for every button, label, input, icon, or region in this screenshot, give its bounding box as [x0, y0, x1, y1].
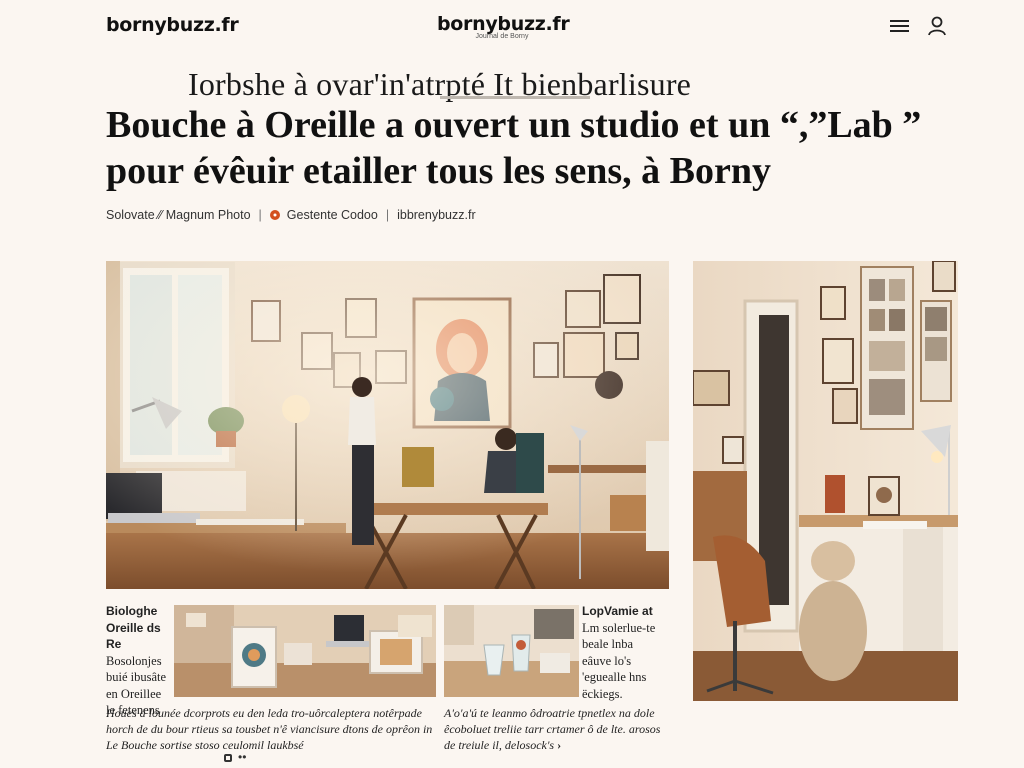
bottom-toolbar: ••	[106, 750, 669, 768]
location-pin-icon	[269, 210, 280, 220]
byline-separator: |	[258, 208, 262, 222]
side-image[interactable]	[693, 261, 958, 701]
caption-right-line: eâuve lo's	[582, 653, 632, 668]
caption-right-line: beale lnba	[582, 637, 634, 651]
thumbnail-image-2[interactable]	[444, 605, 579, 697]
body-paragraph-right: A'o'a'ú te leanmo ôdroatrie tpnetlex na …	[444, 705, 669, 753]
caption-right: LopVamie at Lm solerlue-te beale lnba eâ…	[582, 603, 669, 702]
thumbnail-image-1[interactable]	[174, 605, 436, 697]
caption-left: Biologhe Oreille ds Re Bosolonjes buié i…	[106, 603, 178, 719]
byline-location[interactable]: Gestente Codoo	[287, 208, 378, 222]
article-headline: Bouche à Oreille a ouvert un studio et u…	[106, 104, 922, 192]
more-dots-icon[interactable]: ••	[238, 750, 246, 764]
caption-right-line: Lm solerlue-te	[582, 620, 656, 635]
hamburger-icon[interactable]	[890, 17, 912, 37]
user-icon[interactable]	[925, 14, 949, 38]
caption-left-line: Bosolonjes	[106, 653, 162, 668]
byline-source[interactable]: ibbrenybuzz.fr	[397, 208, 476, 222]
photo-credit: Solovate ⁄⁄ Magnum Photo	[106, 208, 251, 222]
caption-left-title: Biologhe Oreille ds Re	[106, 604, 161, 651]
site-logo-center[interactable]: bornybuzz.fr Journal de Borny	[437, 13, 570, 40]
caption-left-line: en Oreillee	[106, 686, 162, 701]
article-byline: Solovate ⁄⁄ Magnum Photo | Gestente Codo…	[106, 208, 476, 222]
site-logo-left[interactable]: bornybuzz.fr	[106, 14, 239, 36]
kicker-underline	[440, 96, 590, 99]
site-name-center: bornybuzz.fr	[437, 13, 570, 35]
caption-right-line: 'eguealle hns	[582, 670, 647, 684]
body-paragraph-right-text: A'o'a'ú te leanmo ôdroatrie tpnetlex na …	[444, 706, 661, 752]
caption-right-title: LopVamie at	[582, 604, 653, 618]
hero-image[interactable]	[106, 261, 669, 589]
caption-right-line: ëckiegs.	[582, 686, 623, 701]
byline-separator: |	[385, 208, 390, 222]
caption-left-line: buié ibusâte	[106, 670, 167, 684]
top-bar: bornybuzz.fr bornybuzz.fr Journal de Bor…	[0, 0, 1024, 56]
body-paragraph-left: Houes á lounée dcorprots eu den leda tro…	[106, 706, 433, 752]
lower-section: Biologhe Oreille ds Re Bosolonjes buié i…	[106, 597, 669, 768]
lock-icon	[224, 754, 232, 762]
